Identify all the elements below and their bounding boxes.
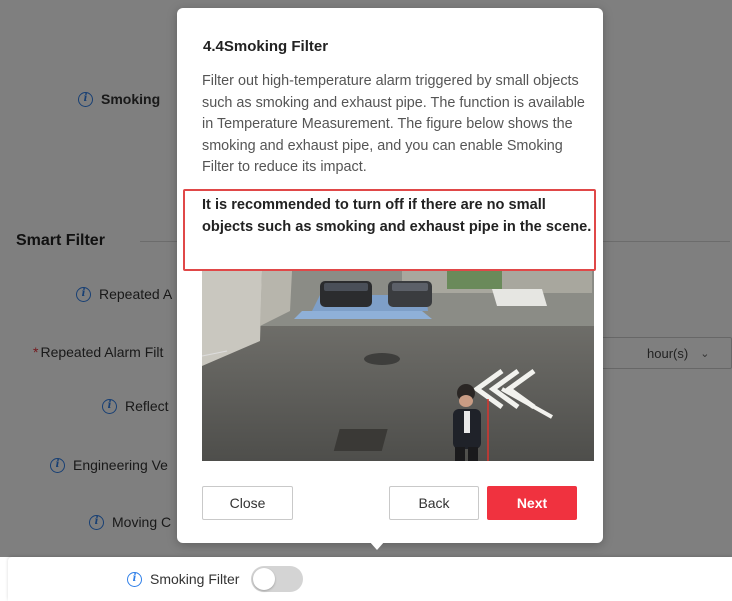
smoking-filter-toggle[interactable] — [251, 566, 304, 592]
close-button[interactable]: Close — [202, 486, 293, 520]
guide-popup: 4.4Smoking Filter Filter out high-temper… — [177, 8, 603, 543]
popup-description: Filter out high-temperature alarm trigge… — [202, 73, 585, 175]
popup-title: 4.4Smoking Filter — [203, 38, 329, 55]
scene-image — [202, 271, 594, 461]
note-highlight-box — [183, 189, 596, 271]
toggle-knob — [253, 568, 276, 590]
info-icon[interactable]: i — [127, 571, 142, 587]
popup-pointer — [369, 541, 385, 550]
smoking-filter-row: i Smoking Filter — [127, 566, 304, 592]
back-button[interactable]: Back — [389, 486, 479, 520]
highlighted-setting-row: i Smoking Filter — [8, 557, 732, 601]
smoking-filter-label: Smoking Filter — [150, 571, 240, 587]
next-button[interactable]: Next — [487, 486, 577, 520]
